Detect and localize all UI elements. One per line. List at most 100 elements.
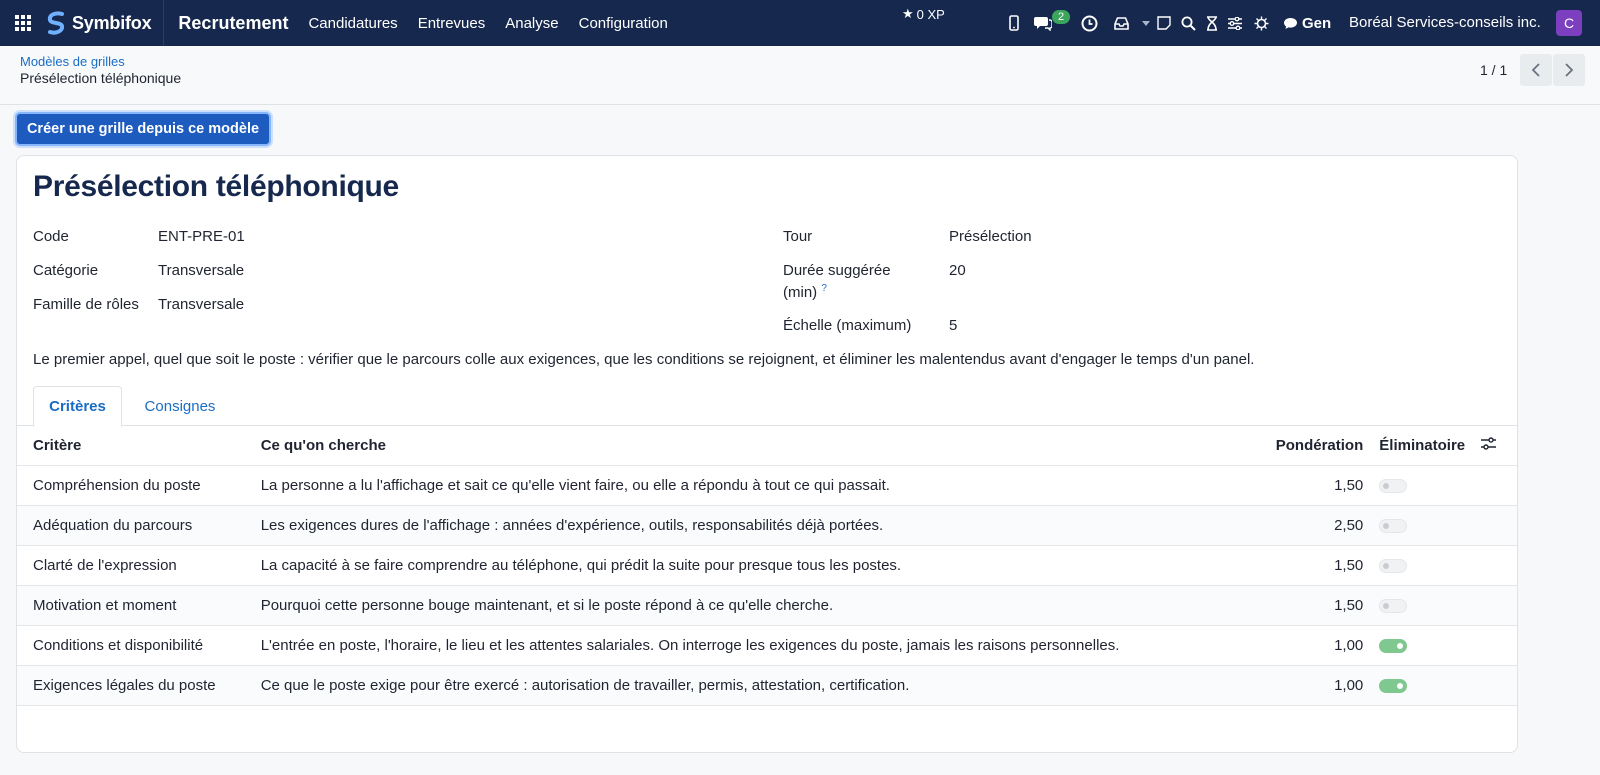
table-row[interactable]: Clarté de l'expression La capacité à se f… bbox=[17, 545, 1517, 586]
cell-ponderation[interactable]: 1,00 bbox=[1251, 665, 1372, 706]
eliminatoire-toggle[interactable] bbox=[1379, 678, 1408, 693]
speech-icon bbox=[1284, 17, 1297, 29]
cell-critere[interactable]: Motivation et moment bbox=[17, 585, 253, 626]
cell-spacer bbox=[1473, 625, 1517, 666]
eliminatoire-toggle[interactable] bbox=[1379, 478, 1408, 493]
field-label-categorie: Catégorie bbox=[33, 262, 99, 279]
avatar[interactable]: C bbox=[1556, 10, 1582, 36]
language-selector[interactable]: Gen bbox=[1283, 0, 1343, 46]
inbox-icon[interactable] bbox=[1112, 0, 1130, 46]
cell-critere[interactable]: Compréhension du poste bbox=[17, 465, 253, 506]
column-header-ponderation[interactable]: Pondération bbox=[1251, 426, 1372, 466]
clock-icon[interactable] bbox=[1079, 0, 1099, 46]
apps-menu-icon[interactable] bbox=[0, 0, 46, 46]
chat-icon[interactable]: 2 bbox=[1032, 0, 1072, 46]
field-value-categorie: Transversale bbox=[158, 262, 245, 279]
column-header-eliminatoire[interactable]: Éliminatoire bbox=[1371, 426, 1474, 466]
table-row[interactable]: Compréhension du poste La personne a lu l… bbox=[17, 465, 1517, 506]
cell-eliminatoire bbox=[1371, 665, 1474, 706]
chevron-right-icon bbox=[1565, 63, 1574, 77]
cell-ponderation[interactable]: 1,50 bbox=[1251, 545, 1372, 586]
cell-critere[interactable]: Conditions et disponibilité bbox=[17, 625, 253, 666]
language-label: Gen bbox=[1302, 14, 1332, 32]
tab-consignes[interactable]: Consignes bbox=[137, 386, 223, 426]
phone-icon[interactable] bbox=[1004, 0, 1024, 46]
field-label-tour: Tour bbox=[783, 228, 813, 245]
form-description: Le premier appel, quel que soit le poste… bbox=[33, 351, 1255, 368]
cell-eliminatoire bbox=[1371, 585, 1474, 626]
cell-ponderation[interactable]: 1,50 bbox=[1251, 465, 1372, 506]
cell-ponderation[interactable]: 1,50 bbox=[1251, 585, 1372, 626]
cell-ponderation[interactable]: 1,00 bbox=[1251, 625, 1372, 666]
field-label-duree-line2: (min) ? bbox=[783, 283, 827, 301]
eliminatoire-toggle[interactable] bbox=[1379, 518, 1408, 533]
field-label-famille: Famille de rôles bbox=[33, 296, 139, 313]
cell-cherche[interactable]: Ce que le poste exige pour être exercé :… bbox=[252, 665, 1252, 706]
brand-logo-icon bbox=[47, 11, 65, 35]
hourglass-icon[interactable] bbox=[1205, 0, 1219, 46]
cell-cherche[interactable]: La personne a lu l'affichage et sait ce … bbox=[252, 465, 1252, 506]
field-value-duree: 20 bbox=[949, 262, 966, 279]
eliminatoire-toggle[interactable] bbox=[1379, 598, 1408, 613]
cell-critere[interactable]: Exigences légales du poste bbox=[17, 665, 253, 706]
menu-candidatures[interactable]: Candidatures bbox=[298, 15, 407, 32]
notebook-tabs: Critères Consignes bbox=[17, 386, 1517, 427]
app-title[interactable]: Recrutement bbox=[178, 13, 288, 34]
pager-previous-button[interactable] bbox=[1520, 54, 1552, 86]
breadcrumb-current: Présélection téléphonique bbox=[20, 70, 182, 86]
menu-configuration[interactable]: Configuration bbox=[569, 15, 678, 32]
field-value-famille: Transversale bbox=[158, 296, 245, 313]
chevron-left-icon bbox=[1531, 63, 1540, 77]
cell-cherche[interactable]: Pourquoi cette personne bouge maintenant… bbox=[252, 585, 1252, 626]
sliders-icon[interactable] bbox=[1227, 0, 1243, 46]
create-grid-button[interactable]: Créer une grille depuis ce modèle bbox=[15, 112, 271, 146]
table-row[interactable]: Motivation et moment Pourquoi cette perso… bbox=[17, 585, 1517, 626]
field-value-code: ENT-PRE-01 bbox=[158, 228, 245, 245]
criteria-table: Critère Ce qu'on cherche Pondération Éli… bbox=[17, 426, 1517, 706]
form-sheet: Présélection téléphonique Code ENT-PRE-0… bbox=[16, 155, 1518, 753]
company-switcher[interactable]: Boréal Services-conseils inc. bbox=[1349, 14, 1541, 31]
criteria-table-body: Compréhension du poste La personne a lu l… bbox=[17, 465, 1517, 706]
column-header-critere[interactable]: Critère bbox=[17, 426, 253, 466]
cell-cherche[interactable]: L'entrée en poste, l'horaire, le lieu et… bbox=[252, 625, 1252, 666]
chat-badge: 2 bbox=[1052, 10, 1071, 24]
cell-ponderation[interactable]: 2,50 bbox=[1251, 505, 1372, 546]
table-row[interactable]: Exigences légales du poste Ce que le post… bbox=[17, 665, 1517, 706]
cell-spacer bbox=[1473, 585, 1517, 626]
eliminatoire-toggle[interactable] bbox=[1379, 638, 1408, 653]
breadcrumb-parent[interactable]: Modèles de grilles bbox=[20, 54, 125, 69]
field-label-echelle: Échelle (maximum) bbox=[783, 317, 912, 334]
table-row[interactable]: Conditions et disponibilité L'entrée en p… bbox=[17, 625, 1517, 666]
cell-spacer bbox=[1473, 505, 1517, 546]
cell-critere[interactable]: Adéquation du parcours bbox=[17, 505, 253, 546]
bug-icon[interactable] bbox=[1252, 0, 1270, 46]
search-icon[interactable] bbox=[1180, 0, 1196, 46]
cell-cherche[interactable]: Les exigences dures de l'affichage : ann… bbox=[252, 505, 1252, 546]
cell-cherche[interactable]: La capacité à se faire comprendre au tél… bbox=[252, 545, 1252, 586]
xp-value: 0 XP bbox=[916, 6, 945, 22]
page-title: Présélection téléphonique bbox=[33, 170, 399, 203]
xp-indicator[interactable]: ★ 0 XP bbox=[902, 6, 945, 22]
star-icon: ★ bbox=[902, 6, 914, 21]
cell-spacer bbox=[1473, 665, 1517, 706]
brand[interactable]: Symbifox bbox=[46, 0, 165, 46]
menu-entrevues[interactable]: Entrevues bbox=[408, 15, 496, 32]
column-header-cherche[interactable]: Ce qu'on cherche bbox=[252, 426, 1252, 466]
optional-columns-toggle[interactable] bbox=[1473, 426, 1517, 466]
menu-analyse[interactable]: Analyse bbox=[495, 15, 568, 32]
eliminatoire-toggle[interactable] bbox=[1379, 558, 1408, 573]
table-row[interactable]: Adéquation du parcours Les exigences dure… bbox=[17, 505, 1517, 546]
tab-criteres[interactable]: Critères bbox=[33, 386, 122, 427]
note-icon[interactable] bbox=[1156, 0, 1172, 46]
pager-value[interactable]: 1 / 1 bbox=[1480, 62, 1507, 78]
cell-spacer bbox=[1473, 545, 1517, 586]
caret-down-icon[interactable] bbox=[1140, 0, 1152, 46]
field-value-echelle: 5 bbox=[949, 317, 958, 334]
cell-critere[interactable]: Clarté de l'expression bbox=[17, 545, 253, 586]
cell-spacer bbox=[1473, 465, 1517, 506]
field-label-code: Code bbox=[33, 228, 69, 245]
pager-next-button[interactable] bbox=[1553, 54, 1585, 86]
control-panel: Modèles de grilles Présélection téléphon… bbox=[0, 46, 1600, 105]
brand-name: Symbifox bbox=[72, 12, 152, 33]
help-icon[interactable]: ? bbox=[821, 283, 827, 294]
